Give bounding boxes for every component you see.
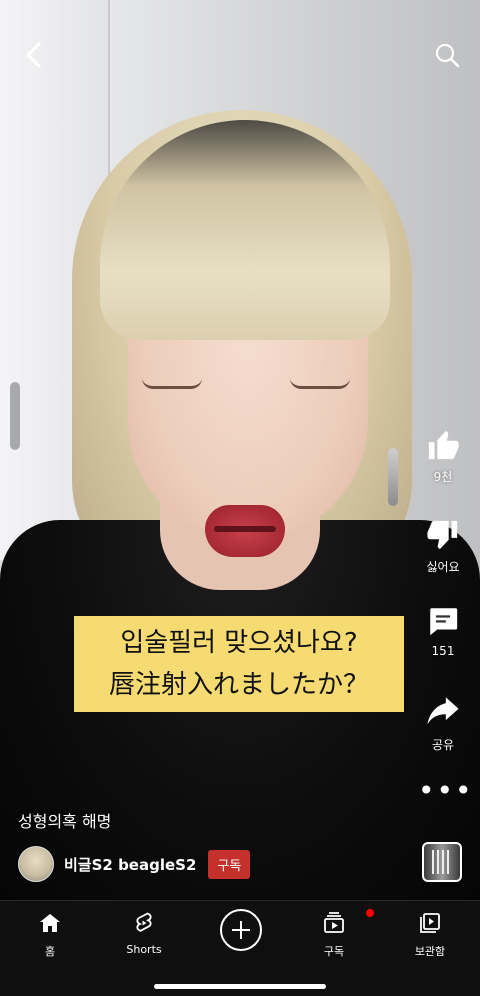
person-earring bbox=[388, 448, 398, 506]
search-button[interactable] bbox=[430, 38, 464, 72]
home-indicator bbox=[154, 984, 326, 989]
dislike-label: 싫어요 bbox=[426, 560, 460, 574]
like-button[interactable]: 9천 bbox=[418, 428, 468, 485]
sound-thumbnail[interactable] bbox=[422, 842, 462, 882]
channel-avatar[interactable] bbox=[18, 846, 54, 882]
comment-icon bbox=[430, 608, 458, 636]
nav-shorts[interactable]: Shorts bbox=[104, 911, 184, 956]
share-icon bbox=[427, 697, 459, 725]
share-label: 공유 bbox=[431, 738, 455, 752]
share-button[interactable]: 공유 bbox=[418, 696, 468, 753]
nav-library[interactable]: 보관함 bbox=[390, 911, 470, 959]
create-button[interactable] bbox=[220, 909, 262, 951]
thumbs-down-icon bbox=[427, 520, 458, 550]
nav-home[interactable]: 홈 bbox=[10, 911, 90, 959]
video-caption: 입술필러 맞으셨나요? 唇注射入れましたか？ bbox=[74, 616, 404, 712]
chevron-left-icon bbox=[26, 42, 41, 68]
person-lips-line bbox=[214, 526, 276, 532]
nav-library-label: 보관함 bbox=[414, 945, 446, 958]
more-icon: ••• bbox=[418, 774, 474, 807]
door-handle bbox=[10, 382, 20, 450]
thumbs-up-icon bbox=[428, 430, 459, 460]
video-title[interactable]: 성형의혹 해명 bbox=[18, 808, 111, 832]
subscribe-button[interactable]: 구독 bbox=[208, 849, 251, 879]
nav-subscriptions-label: 구독 bbox=[323, 945, 345, 958]
library-icon bbox=[420, 913, 440, 933]
bottom-nav: 홈 Shorts 구독 보관함 bbox=[0, 900, 480, 996]
back-button[interactable] bbox=[18, 38, 52, 72]
caption-line-2: 唇注射入れましたか？ bbox=[108, 670, 369, 700]
search-icon bbox=[435, 43, 460, 68]
caption-line-1: 입술필러 맞으셨나요? bbox=[120, 628, 358, 658]
video-frame[interactable] bbox=[0, 0, 480, 900]
more-options-button[interactable]: ••• bbox=[418, 777, 472, 805]
shorts-player-screen: 입술필러 맞으셨나요? 唇注射入れましたか？ 9천 싫어요 151 공유 •••… bbox=[0, 0, 480, 996]
person-eye-left bbox=[142, 378, 202, 389]
home-icon bbox=[40, 914, 60, 932]
channel-row: 비글S2 beagleS2 구독 bbox=[18, 846, 251, 882]
subscriptions-icon bbox=[324, 912, 344, 933]
notification-dot bbox=[366, 909, 374, 917]
shorts-icon bbox=[136, 912, 152, 932]
like-count: 9천 bbox=[433, 470, 453, 484]
nav-home-label: 홈 bbox=[44, 945, 56, 958]
person-eye-right bbox=[290, 378, 350, 389]
channel-name[interactable]: 비글S2 beagleS2 bbox=[64, 854, 196, 875]
comment-count: 151 bbox=[431, 644, 455, 658]
nav-shorts-label: Shorts bbox=[126, 943, 162, 956]
comments-button[interactable]: 151 bbox=[418, 604, 468, 658]
nav-subscriptions[interactable]: 구독 bbox=[294, 909, 374, 959]
dislike-button[interactable]: 싫어요 bbox=[418, 518, 468, 575]
